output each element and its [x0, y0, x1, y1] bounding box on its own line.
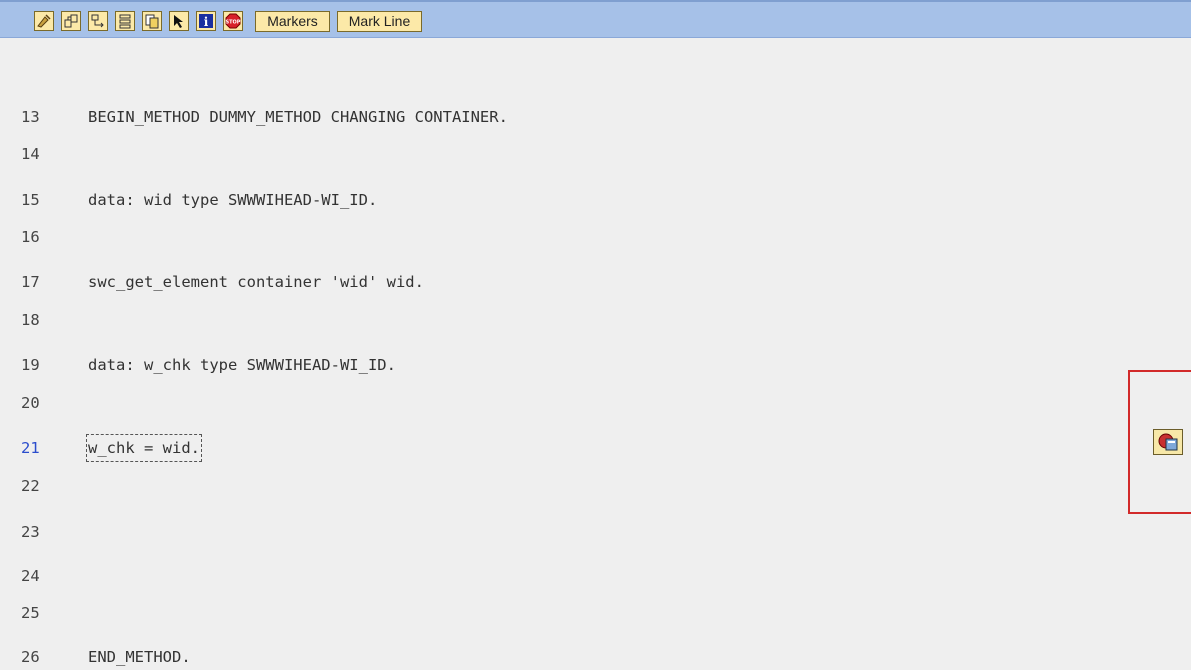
- mark-line-button[interactable]: Mark Line: [337, 11, 422, 32]
- code-line: 16: [0, 225, 900, 249]
- line-number: 26: [21, 648, 40, 666]
- code-line: 26 END_METHOD.: [0, 645, 900, 669]
- svg-text:STOP: STOP: [226, 20, 241, 26]
- pretty-printer-icon[interactable]: [34, 11, 54, 31]
- display-object-list-icon[interactable]: [61, 11, 81, 31]
- code-line: 20: [0, 391, 900, 415]
- code-line: 24: [0, 564, 900, 588]
- code-line: 13 BEGIN_METHOD DUMMY_METHOD CHANGING CO…: [0, 105, 900, 129]
- line-number: 14: [21, 145, 40, 163]
- line-number: 18: [21, 311, 40, 329]
- select-pointer-icon[interactable]: [169, 11, 189, 31]
- code-text[interactable]: END_METHOD.: [88, 645, 191, 669]
- line-number: 22: [21, 477, 40, 495]
- svg-text:i: i: [204, 15, 209, 29]
- line-number: 13: [21, 108, 40, 126]
- markers-button[interactable]: Markers: [255, 11, 330, 32]
- code-text[interactable]: data: wid type SWWWIHEAD-WI_ID.: [88, 188, 377, 212]
- line-number: 16: [21, 228, 40, 246]
- code-line: 25: [0, 601, 900, 625]
- line-number: 24: [21, 567, 40, 585]
- editor-toolbar: i STOP Markers Mark Line: [0, 0, 1191, 38]
- code-line: 23: [0, 520, 900, 544]
- breakpoint-session-icon[interactable]: [1153, 429, 1183, 455]
- line-number: 25: [21, 604, 40, 622]
- line-number: 15: [21, 191, 40, 209]
- stop-icon[interactable]: STOP: [223, 11, 243, 31]
- structure-icon[interactable]: [115, 11, 135, 31]
- line-number: 19: [21, 356, 40, 374]
- line-number: 20: [21, 394, 40, 412]
- code-text[interactable]: data: w_chk type SWWWIHEAD-WI_ID.: [88, 353, 396, 377]
- line-number: 21: [21, 439, 40, 457]
- copy-icon[interactable]: [142, 11, 162, 31]
- code-line: 17 swc_get_element container 'wid' wid.: [0, 270, 900, 294]
- code-line-current: 21 w_chk = wid.: [0, 434, 900, 462]
- code-line: 18: [0, 308, 900, 332]
- code-line: 22: [0, 474, 900, 498]
- code-line: 19 data: w_chk type SWWWIHEAD-WI_ID.: [0, 353, 900, 377]
- code-text[interactable]: BEGIN_METHOD DUMMY_METHOD CHANGING CONTA…: [88, 105, 508, 129]
- code-line: 15 data: wid type SWWWIHEAD-WI_ID.: [0, 188, 900, 212]
- line-number: 23: [21, 523, 40, 541]
- code-text[interactable]: swc_get_element container 'wid' wid.: [88, 270, 424, 294]
- code-text[interactable]: w_chk = wid.: [86, 434, 202, 462]
- line-number: 17: [21, 273, 40, 291]
- code-line: 14: [0, 142, 900, 166]
- navigation-window-icon[interactable]: [88, 11, 108, 31]
- info-icon[interactable]: i: [196, 11, 216, 31]
